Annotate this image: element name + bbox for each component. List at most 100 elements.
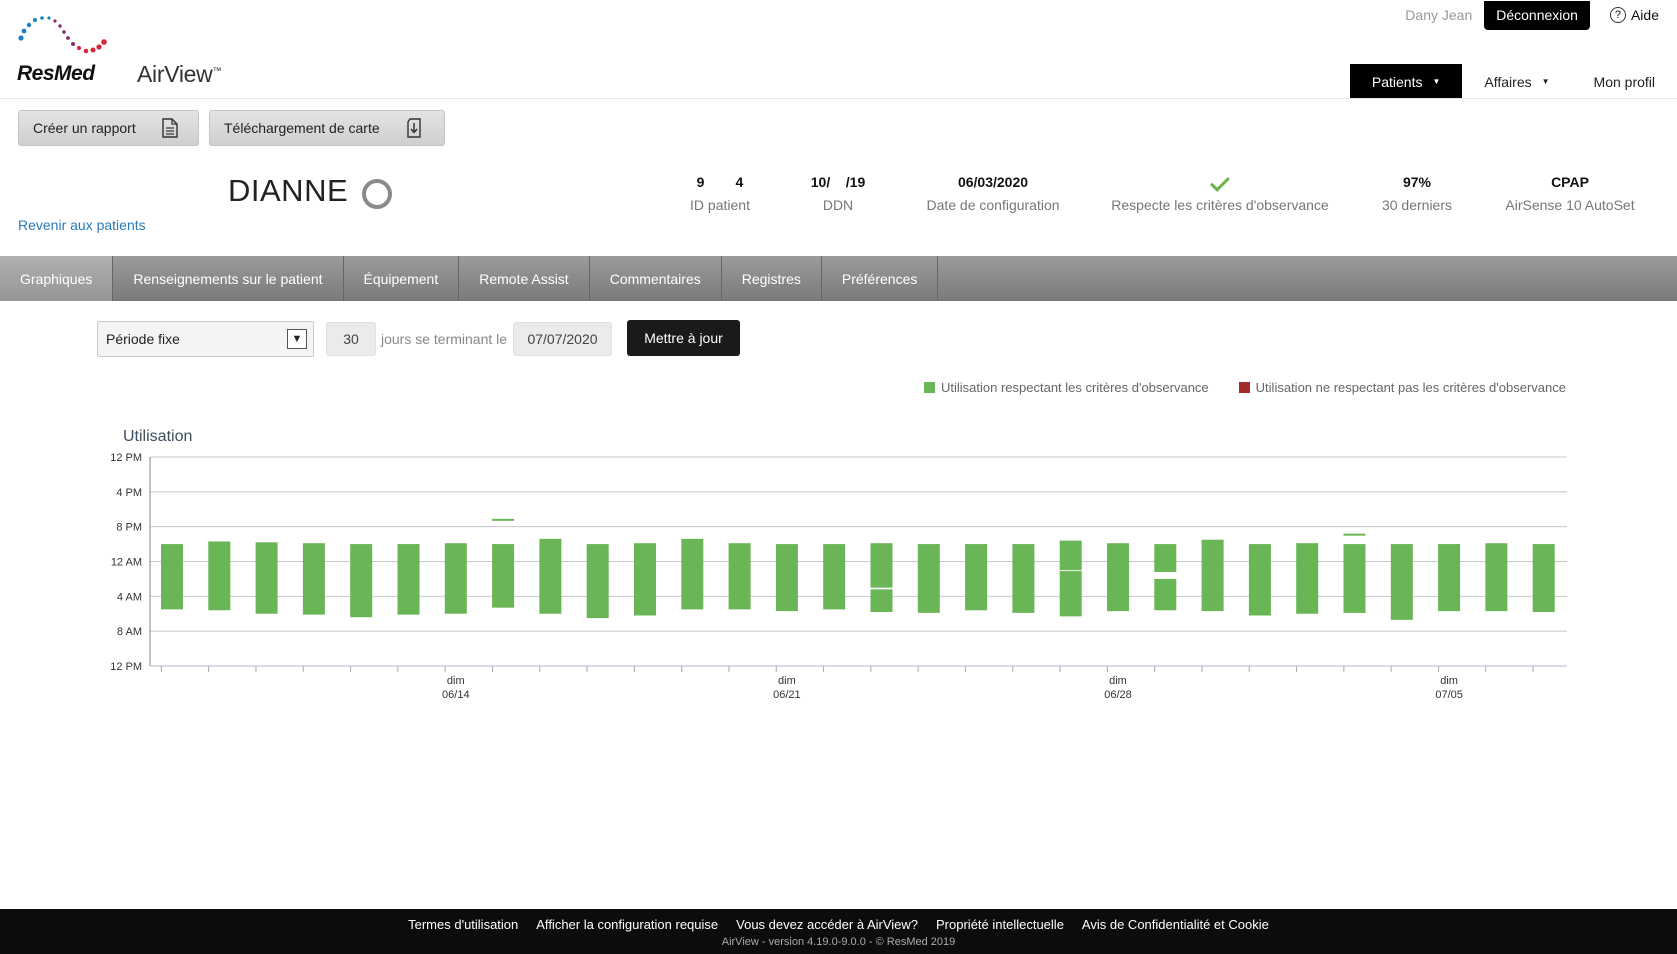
compliance-value bbox=[1105, 172, 1335, 192]
tab-equipment[interactable]: Équipement bbox=[344, 256, 460, 301]
footer-link-privacy[interactable]: Avis de Confidentialité et Cookie bbox=[1082, 917, 1269, 932]
y-tick-label: 8 PM bbox=[116, 522, 142, 534]
usage-bar bbox=[1107, 543, 1129, 612]
create-report-button[interactable]: Créer un rapport bbox=[18, 110, 199, 146]
tab-graphiques[interactable]: Graphiques bbox=[0, 256, 114, 301]
compliance-percent: 97% 30 derniers bbox=[1372, 174, 1462, 213]
legend-non-compliant-swatch bbox=[1238, 382, 1250, 393]
tab-comments[interactable]: Commentaires bbox=[590, 256, 722, 301]
logo-text: ResMed bbox=[17, 62, 95, 85]
patient-name: DIANNE bbox=[228, 173, 349, 208]
legend-compliant: Utilisation respectant les critères d'ob… bbox=[924, 380, 1209, 395]
x-tick-date: 06/21 bbox=[773, 689, 801, 700]
chevron-down-icon: ▼ bbox=[287, 329, 307, 349]
legend-compliant-label: Utilisation respectant les critères d'ob… bbox=[941, 380, 1209, 395]
compliance-percent-label: 30 derniers bbox=[1381, 197, 1453, 213]
compliance-percent-value: 97% bbox=[1402, 174, 1432, 190]
nav-profile-label: Mon profil bbox=[1593, 73, 1655, 90]
resmed-logo[interactable]: ResMed AirView™ bbox=[17, 14, 227, 87]
tab-remote-assist[interactable]: Remote Assist bbox=[459, 256, 590, 301]
usage-bar bbox=[1154, 578, 1177, 611]
footer-version: AirView - version 4.19.0-9.0.0 - © ResMe… bbox=[721, 936, 956, 948]
update-button[interactable]: Mettre à jour bbox=[627, 320, 740, 356]
usage-bar bbox=[586, 544, 609, 619]
back-to-patients-link[interactable]: Revenir aux patients bbox=[18, 217, 146, 233]
setup-date: 06/03/2020 Date de configuration bbox=[918, 174, 1068, 213]
user-name: Dany Jean bbox=[1405, 7, 1473, 23]
product-name: AirView™ bbox=[137, 61, 221, 88]
legend-non-compliant: Utilisation ne respectant pas les critèr… bbox=[1238, 380, 1566, 395]
device-mode-value: CPAP bbox=[1551, 174, 1589, 190]
footer: Termes d'utilisation Afficher la configu… bbox=[0, 909, 1677, 954]
help-link[interactable]: ? Aide bbox=[1609, 7, 1659, 23]
patient-dob: 10/ /19 DDN bbox=[788, 174, 888, 213]
patient-id: 9 4 ID patient bbox=[680, 174, 760, 213]
usage-bar bbox=[823, 544, 846, 610]
patient-id-value: 9 4 bbox=[696, 174, 744, 190]
usage-bar bbox=[917, 544, 940, 613]
patient-dob-label: DDN bbox=[822, 197, 854, 213]
legend-non-compliant-label: Utilisation ne respectant pas les critèr… bbox=[1255, 380, 1566, 395]
usage-bar bbox=[870, 543, 893, 588]
usage-bar bbox=[255, 542, 278, 614]
patient-status-icon bbox=[362, 179, 392, 209]
header-divider bbox=[0, 98, 1677, 99]
usage-bar bbox=[1059, 540, 1082, 571]
end-date-input[interactable] bbox=[513, 322, 612, 356]
y-tick-label: 12 PM bbox=[110, 661, 142, 673]
check-icon bbox=[1210, 172, 1230, 192]
tab-registers[interactable]: Registres bbox=[722, 256, 822, 301]
logout-button[interactable]: Déconnexion bbox=[1484, 0, 1590, 30]
x-tick-day: dim bbox=[1109, 675, 1127, 687]
x-tick-day: dim bbox=[447, 675, 465, 687]
nav-affaires[interactable]: Affaires ▼ bbox=[1462, 64, 1571, 99]
footer-link-ip[interactable]: Propriété intellectuelle bbox=[936, 917, 1064, 932]
nav-patients[interactable]: Patients ▼ bbox=[1349, 64, 1463, 99]
help-label: Aide bbox=[1630, 7, 1659, 23]
card-download-button[interactable]: Téléchargement de carte bbox=[209, 110, 445, 146]
chevron-down-icon: ▼ bbox=[1541, 77, 1550, 86]
usage-bar bbox=[1343, 533, 1366, 536]
usage-bar bbox=[492, 518, 515, 521]
page: Dany Jean Déconnexion ? Aide ResMed AirV… bbox=[0, 0, 1677, 954]
footer-link-access[interactable]: Vous devez accéder à AirView? bbox=[736, 917, 918, 932]
y-tick-label: 4 PM bbox=[116, 487, 142, 499]
period-select[interactable]: Période fixe ▼ bbox=[97, 321, 314, 357]
tab-preferences[interactable]: Préférences bbox=[822, 256, 939, 301]
y-tick-label: 12 PM bbox=[110, 452, 142, 464]
y-tick-label: 4 AM bbox=[117, 591, 142, 603]
create-report-label: Créer un rapport bbox=[33, 120, 136, 136]
chevron-down-icon: ▼ bbox=[1432, 77, 1441, 86]
x-tick-date: 06/14 bbox=[442, 689, 470, 700]
days-input[interactable] bbox=[326, 322, 376, 356]
footer-link-terms[interactable]: Termes d'utilisation bbox=[408, 917, 518, 932]
usage-bar bbox=[1438, 544, 1461, 612]
usage-bar bbox=[1248, 544, 1271, 616]
footer-link-requirements[interactable]: Afficher la configuration requise bbox=[536, 917, 718, 932]
usage-bar bbox=[965, 544, 988, 611]
usage-bar bbox=[1390, 544, 1413, 620]
usage-bar bbox=[1343, 544, 1366, 613]
top-bar: Dany Jean Déconnexion ? Aide bbox=[1405, 0, 1677, 30]
usage-bar bbox=[1485, 543, 1508, 612]
usage-chart: 12 PM 4 PM 8 PM 12 AM 4 AM 8 AM 12 PM dim 06/14 d… bbox=[110, 452, 1567, 700]
patient-tabs: Graphiques Renseignements sur le patient… bbox=[0, 256, 1677, 301]
tab-patient-info[interactable]: Renseignements sur le patient bbox=[113, 256, 344, 301]
compliance-label: Respecte les critères d'observance bbox=[1111, 197, 1329, 213]
usage-bar bbox=[1296, 543, 1319, 614]
setup-date-label: Date de configuration bbox=[926, 197, 1060, 213]
x-tick-date: 06/28 bbox=[1104, 689, 1132, 700]
card-download-label: Téléchargement de carte bbox=[224, 120, 380, 136]
legend-compliant-swatch bbox=[924, 382, 935, 393]
trademark: ™ bbox=[212, 65, 222, 76]
nav-profile[interactable]: Mon profil bbox=[1572, 64, 1677, 99]
usage-bar bbox=[1532, 544, 1555, 613]
logo-wave-icon bbox=[18, 16, 107, 54]
usage-bar bbox=[681, 538, 704, 610]
usage-bar bbox=[634, 543, 656, 616]
device-model-label: AirSense 10 AutoSet bbox=[1505, 197, 1635, 213]
usage-bar bbox=[1154, 544, 1177, 572]
product-name-text: AirView bbox=[137, 61, 213, 87]
usage-bar bbox=[444, 543, 467, 614]
chart-legend: Utilisation respectant les critères d'ob… bbox=[924, 380, 1566, 395]
